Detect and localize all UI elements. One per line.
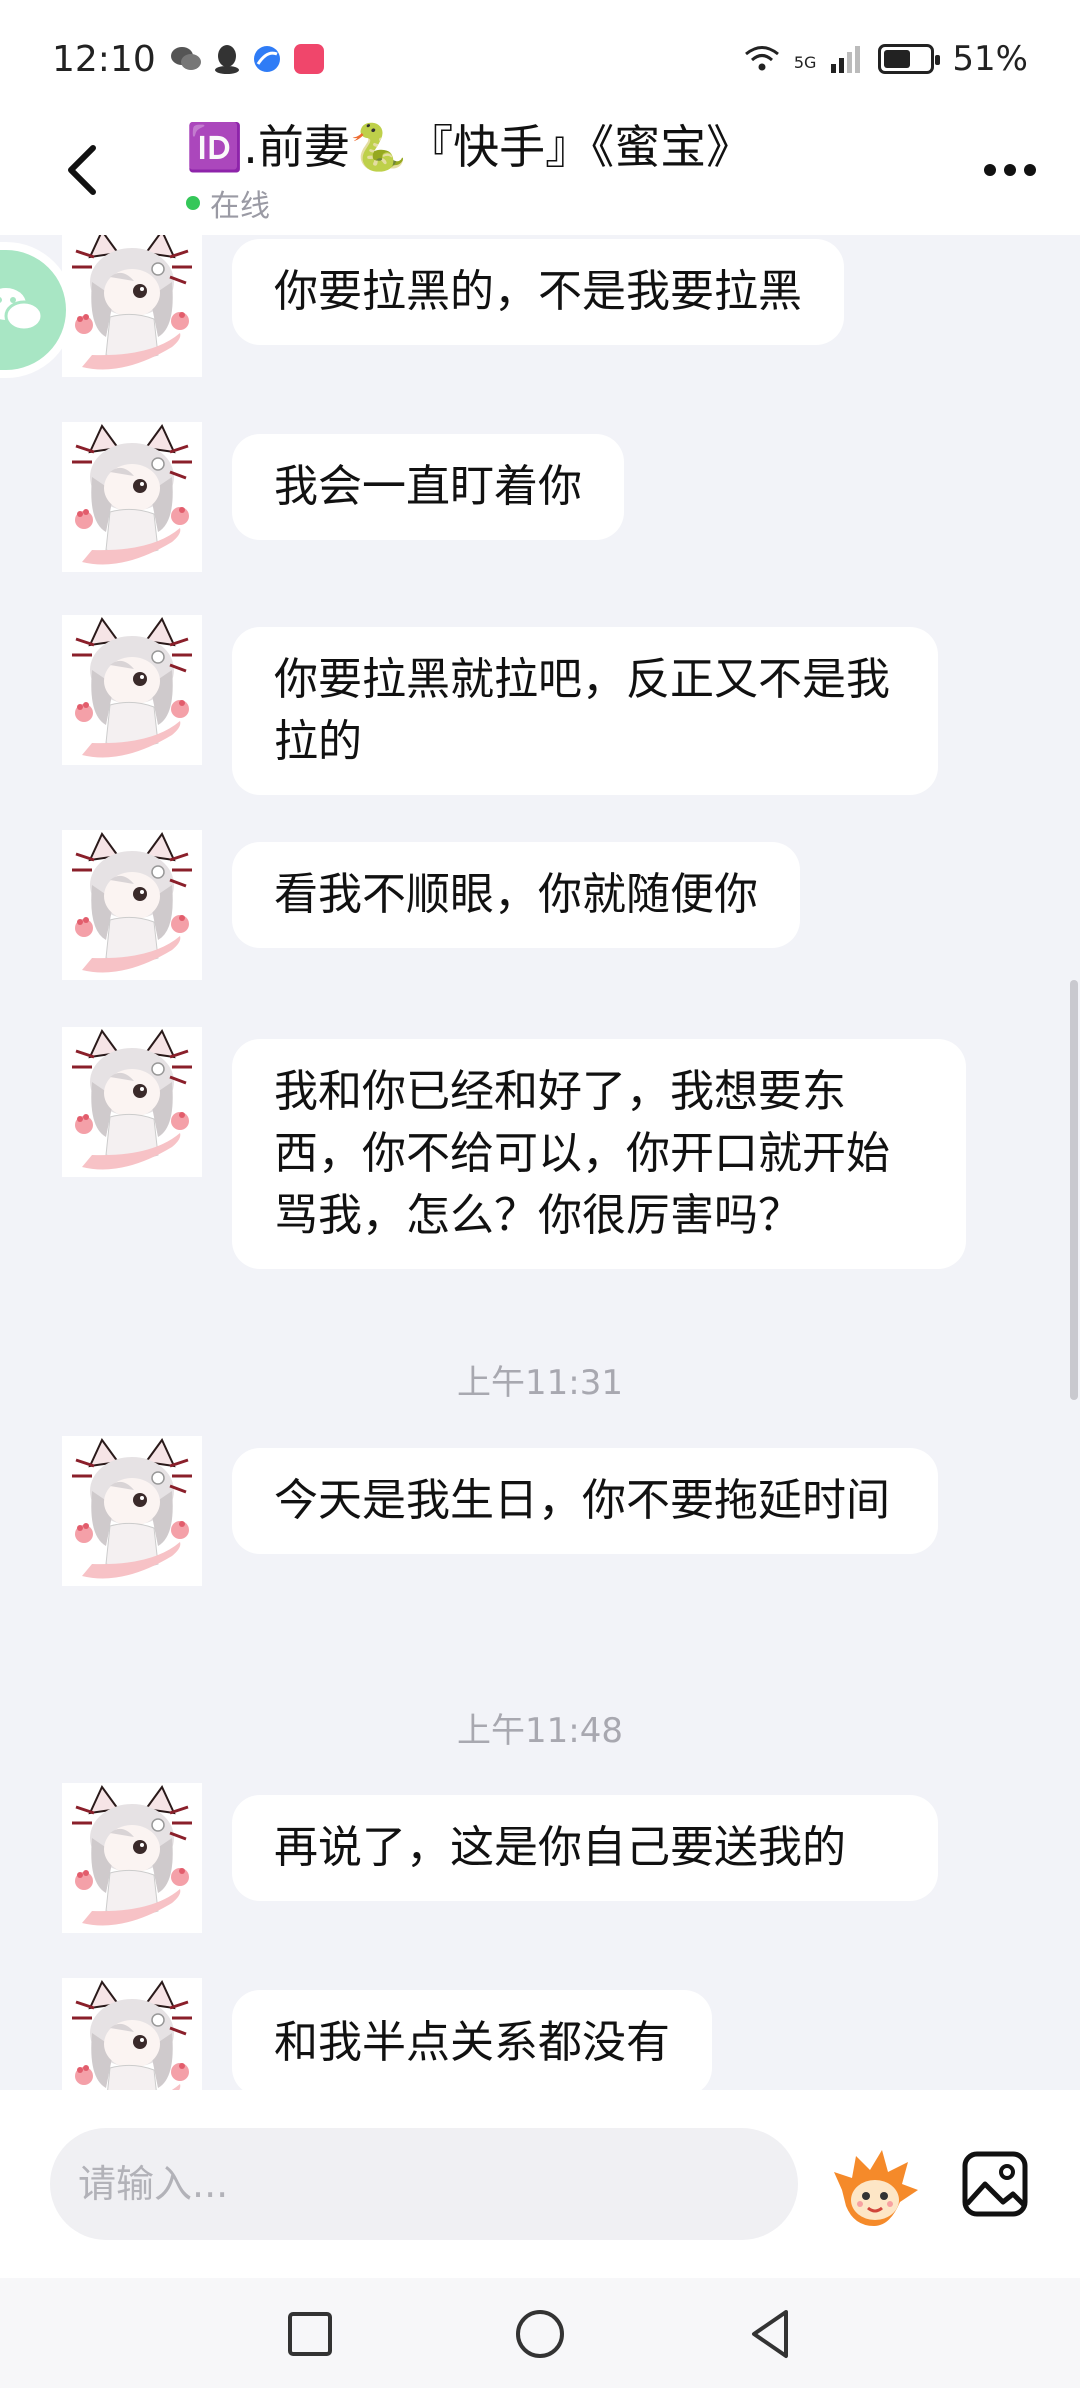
online-text: 在线 bbox=[210, 189, 270, 224]
status-time: 12:10 bbox=[52, 38, 156, 80]
more-dot bbox=[1024, 164, 1036, 176]
message-bubble[interactable]: 你要拉黑的，不是我要拉黑 bbox=[232, 239, 844, 345]
contact-name: 🆔.前妻🐍『快手』《蜜宝》 bbox=[186, 120, 753, 174]
image-icon[interactable] bbox=[955, 2144, 1035, 2224]
input-bar bbox=[0, 2090, 1080, 2278]
battery-percent: 51% bbox=[952, 39, 1028, 79]
qq-notification-icon bbox=[214, 45, 239, 74]
avatar[interactable] bbox=[62, 1783, 202, 1933]
wechat-icon bbox=[0, 288, 44, 332]
network-type: 5G bbox=[793, 53, 817, 72]
timestamp: 上午11:48 bbox=[457, 1711, 623, 1751]
browser-notification-icon bbox=[253, 46, 280, 72]
wifi-icon bbox=[744, 46, 779, 71]
online-status: 在线 bbox=[186, 181, 752, 225]
message-bubble[interactable]: 再说了，这是你自己要送我的 bbox=[232, 1795, 938, 1901]
app-notification-icon bbox=[293, 44, 324, 74]
scrollbar[interactable] bbox=[1070, 980, 1078, 1400]
more-dot bbox=[984, 164, 996, 176]
signal-icon bbox=[831, 46, 861, 73]
online-dot bbox=[186, 196, 200, 210]
battery-icon bbox=[878, 44, 941, 74]
back-arrow-icon bbox=[68, 145, 96, 195]
message-input[interactable] bbox=[50, 2128, 798, 2240]
avatar[interactable] bbox=[62, 615, 202, 765]
emoji-icon[interactable] bbox=[830, 2142, 920, 2232]
message-bubble[interactable]: 我和你已经和好了，我想要东西，你不给可以，你开口就开始骂我，怎么？你很厉害吗？ bbox=[232, 1039, 966, 1269]
message-bubble[interactable]: 和我半点关系都没有 bbox=[232, 1990, 712, 2090]
timestamp: 上午11:31 bbox=[457, 1363, 623, 1403]
message-bubble[interactable]: 我会一直盯着你 bbox=[232, 434, 624, 540]
nav-back-icon[interactable] bbox=[742, 2306, 798, 2362]
message-bubble[interactable]: 今天是我生日，你不要拖延时间 bbox=[232, 1448, 938, 1554]
avatar[interactable] bbox=[62, 1978, 202, 2090]
navigation-bar bbox=[0, 2278, 1080, 2388]
avatar[interactable] bbox=[62, 1436, 202, 1586]
chat-area[interactable]: 你要拉黑的，不是我要拉黑 我会一直盯着你 你要拉黑就拉吧，反正又不是我拉的 看我… bbox=[0, 235, 1080, 2090]
recents-icon[interactable] bbox=[282, 2306, 338, 2362]
avatar[interactable] bbox=[62, 235, 202, 377]
message-bubble[interactable]: 你要拉黑就拉吧，反正又不是我拉的 bbox=[232, 627, 938, 795]
notification-icons bbox=[170, 43, 324, 75]
wechat-notification-icon bbox=[170, 47, 201, 70]
avatar[interactable] bbox=[62, 422, 202, 572]
status-bar: 12:10 5G 51% bbox=[0, 0, 1080, 118]
avatar[interactable] bbox=[62, 830, 202, 980]
back-button[interactable] bbox=[26, 120, 136, 220]
more-dot bbox=[1004, 164, 1016, 176]
header-titles[interactable]: 🆔.前妻🐍『快手』《蜜宝》 在线 bbox=[186, 115, 752, 225]
more-button[interactable] bbox=[984, 164, 1036, 176]
avatar[interactable] bbox=[62, 1027, 202, 1177]
home-icon[interactable] bbox=[512, 2306, 568, 2362]
chat-header: 🆔.前妻🐍『快手』《蜜宝》 在线 bbox=[0, 105, 1080, 235]
status-right: 5G 51% bbox=[744, 39, 1028, 79]
message-bubble[interactable]: 看我不顺眼，你就随便你 bbox=[232, 842, 800, 948]
